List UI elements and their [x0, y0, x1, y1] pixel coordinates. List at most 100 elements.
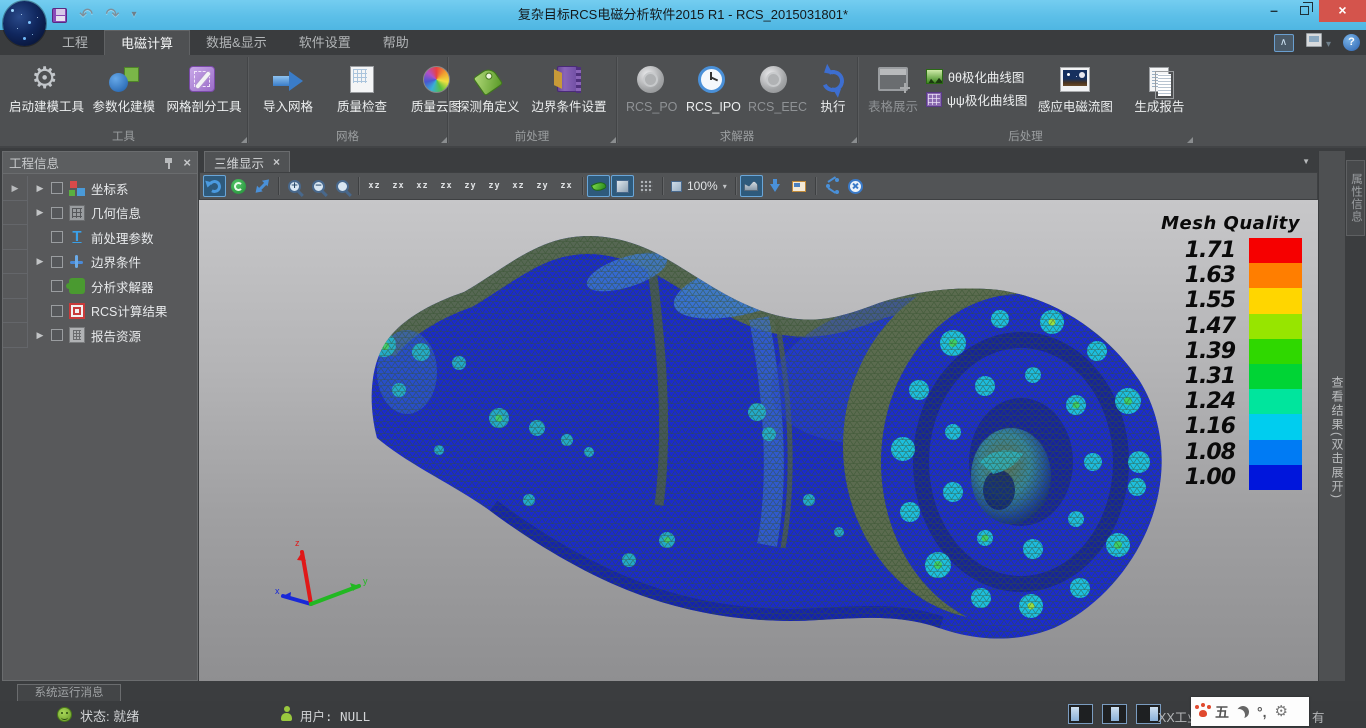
results-panel-label[interactable]: 查看结果(双击展开): [1319, 376, 1346, 500]
view-preset-button-4[interactable]: zx: [435, 175, 458, 197]
view-preset-button-1[interactable]: xz: [363, 175, 386, 197]
group-launcher-icon[interactable]: [851, 137, 857, 143]
checkbox[interactable]: [51, 305, 63, 317]
launch-modeler-button[interactable]: ⚙ 启动建模工具: [4, 59, 86, 115]
app-logo-icon[interactable]: [3, 1, 46, 46]
zoom-out-button[interactable]: −: [307, 175, 330, 197]
pin-icon[interactable]: [164, 157, 173, 169]
probe-angle-button[interactable]: 探测角定义: [452, 59, 525, 115]
share-view-button[interactable]: [820, 175, 843, 197]
minimize-button[interactable]: –: [1259, 0, 1289, 22]
ime-wubi-mode[interactable]: 五: [1215, 702, 1229, 722]
checkbox[interactable]: [51, 280, 63, 292]
view-preset-button-9[interactable]: zx: [555, 175, 578, 197]
application-window: ↶ ↷ ▾ 复杂目标RCS电磁分析软件2015 R1 - RCS_2015031…: [0, 0, 1366, 728]
tab-overflow-icon[interactable]: ▼: [1302, 157, 1310, 166]
parametric-modeling-button[interactable]: 参数化建模: [88, 59, 160, 115]
layout-left-button[interactable]: [1068, 704, 1093, 724]
moon-icon[interactable]: [1237, 706, 1249, 718]
3d-viewport-canvas[interactable]: x y z Mesh Quality 1.71 1.63 1.55 1.47 1…: [199, 200, 1318, 681]
boundary-icon: [69, 254, 85, 270]
group-launcher-icon[interactable]: [241, 137, 247, 143]
view-preset-button-2[interactable]: zx: [387, 175, 410, 197]
results-collapsed-panel[interactable]: 查看结果(双击展开): [1318, 151, 1345, 681]
tree-item-geometry-info[interactable]: ▶ 几何信息: [3, 201, 197, 226]
layout-center-button[interactable]: [1102, 704, 1127, 724]
scene-manager-button[interactable]: [788, 175, 811, 197]
shaded-mode-button[interactable]: [611, 175, 634, 197]
checkbox[interactable]: [51, 231, 63, 243]
tab-help[interactable]: 帮助: [367, 30, 425, 55]
rcs-ipo-button[interactable]: RCS_IPO: [681, 59, 741, 115]
pan-button[interactable]: [251, 175, 274, 197]
ribbon-collapse-button[interactable]: ∧: [1274, 34, 1294, 52]
smooth-shade-button[interactable]: [587, 175, 610, 197]
tree-item-rcs-results[interactable]: RCS计算结果: [3, 299, 197, 324]
execute-button[interactable]: 执行: [811, 59, 855, 115]
restore-button[interactable]: [1289, 0, 1319, 22]
zoom-level-select[interactable]: 100% ▾: [667, 179, 731, 193]
generate-report-button[interactable]: 生成报告: [1129, 59, 1189, 115]
panel-close-button[interactable]: ×: [183, 157, 191, 169]
view-preset-button-8[interactable]: zy: [531, 175, 554, 197]
group-launcher-icon[interactable]: [1187, 137, 1193, 143]
group-launcher-icon[interactable]: [441, 137, 447, 143]
group-launcher-icon[interactable]: [610, 137, 616, 143]
system-messages-tab[interactable]: 系统运行消息: [17, 684, 121, 701]
close-view-button[interactable]: [844, 175, 867, 197]
view-preset-button-7[interactable]: xz: [507, 175, 530, 197]
view-preset-button-3[interactable]: xz: [411, 175, 434, 197]
window-controls: – ×: [1259, 0, 1366, 22]
zoom-in-button[interactable]: +: [283, 175, 306, 197]
expander-icon[interactable]: ▶: [35, 183, 45, 194]
tree-item-boundary-conditions[interactable]: ▶ 边界条件: [3, 250, 197, 275]
help-button[interactable]: ?: [1343, 34, 1360, 51]
properties-panel-tab[interactable]: 属性信息: [1346, 160, 1365, 236]
gutter-expander-icon[interactable]: ▶: [3, 176, 27, 201]
checkbox[interactable]: [51, 182, 63, 194]
tab-close-icon[interactable]: ×: [273, 155, 280, 169]
boundary-condition-button[interactable]: 边界条件设置: [527, 59, 612, 115]
psi-polar-curve-button[interactable]: ψψ极化曲线图: [926, 90, 1027, 109]
mesh-tool-button[interactable]: 网格剖分工具: [162, 59, 244, 115]
ime-settings-gear-icon[interactable]: ⚙: [1275, 704, 1288, 719]
copyright-text-right: 有: [1312, 707, 1325, 726]
display-mode-button[interactable]: ▾: [1306, 33, 1331, 52]
tree-item-report-resources[interactable]: ▶ 报告资源: [3, 323, 197, 348]
expander-icon[interactable]: ▶: [35, 256, 45, 267]
import-mesh-button[interactable]: 导入网格: [252, 59, 324, 115]
tree-item-coordinate-system[interactable]: ▶ 坐标系: [3, 176, 197, 201]
tree-item-preprocess-params[interactable]: T 前处理参数: [3, 225, 197, 250]
ime-logo-paw-icon[interactable]: [1199, 710, 1207, 717]
quality-check-button[interactable]: 质量检查: [326, 59, 398, 115]
tab-3d-display[interactable]: 三维显示 ×: [204, 151, 290, 172]
save-view-button[interactable]: [764, 175, 787, 197]
expander-icon[interactable]: ▶: [35, 330, 45, 341]
checkbox[interactable]: [51, 207, 63, 219]
wireframe-mode-button[interactable]: [635, 175, 658, 197]
induced-current-map-button[interactable]: 感应电磁流图: [1029, 59, 1121, 115]
ribbon-group-preprocess: 探测角定义 边界条件设置 前处理: [448, 55, 616, 146]
tab-software-settings[interactable]: 软件设置: [283, 30, 367, 55]
tab-data-display[interactable]: 数据&显示: [190, 30, 283, 55]
checkbox[interactable]: [51, 256, 63, 268]
checkbox[interactable]: [51, 329, 63, 341]
close-button[interactable]: ×: [1319, 0, 1366, 22]
theta-polar-curve-button[interactable]: θθ极化曲线图: [926, 67, 1027, 86]
ime-toolbar: 五 °, ⚙: [1191, 697, 1309, 726]
tree-item-analysis-solver[interactable]: 分析求解器: [3, 274, 197, 299]
rcs-po-button[interactable]: RCS_PO: [621, 59, 679, 115]
rcs-eec-button[interactable]: RCS_EEC: [743, 59, 803, 115]
expander-icon[interactable]: ▶: [35, 207, 45, 218]
tab-em-compute[interactable]: 电磁计算: [104, 30, 190, 55]
orbit-button[interactable]: [227, 175, 250, 197]
rotate-view-button[interactable]: [203, 175, 226, 197]
ime-punctuation-mode[interactable]: °,: [1257, 704, 1267, 720]
table-display-button[interactable]: 表格展示: [862, 59, 924, 115]
snapshot-button[interactable]: [740, 175, 763, 197]
view-preset-button-5[interactable]: zy: [459, 175, 482, 197]
view-preset-button-6[interactable]: zy: [483, 175, 506, 197]
tab-project[interactable]: 工程: [46, 30, 104, 55]
zoom-fit-button[interactable]: [331, 175, 354, 197]
ribbon-group-solver: RCS_PO RCS_IPO RCS_EEC 执行 求解器: [617, 55, 857, 146]
